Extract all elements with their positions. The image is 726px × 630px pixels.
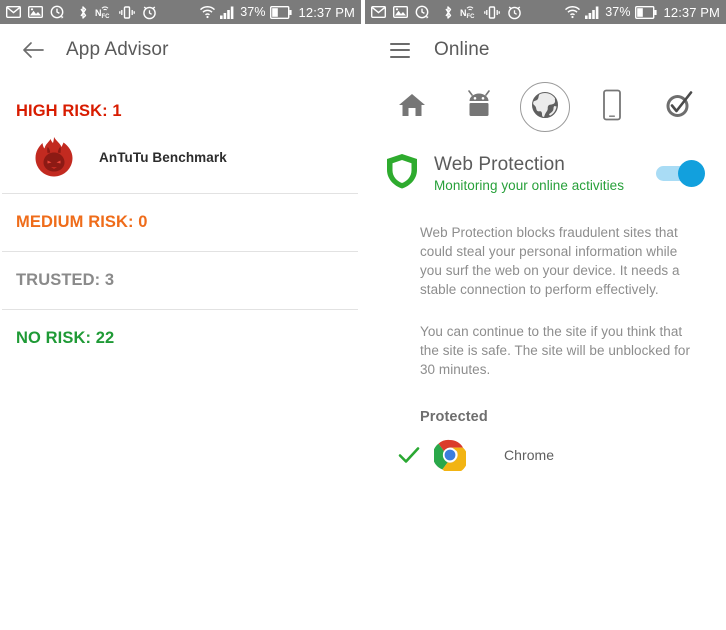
battery-icon	[269, 5, 292, 19]
wifi-icon	[199, 5, 216, 19]
tab-clean[interactable]	[645, 76, 712, 138]
battery-percent-label: 37%	[240, 5, 266, 19]
smartphone-icon	[601, 89, 623, 126]
list-item[interactable]: AnTuTu Benchmark	[0, 121, 361, 193]
feature-subtitle: Monitoring your online activities	[434, 177, 624, 193]
trusted-section[interactable]: TRUSTED: 3	[0, 252, 361, 309]
battery-percent-label: 37%	[605, 5, 631, 19]
no-risk-section[interactable]: NO RISK: 22	[0, 310, 361, 367]
status-bar-right: N FC 37% 12:37 PM	[365, 0, 726, 24]
high-risk-header: HIGH RISK: 1	[0, 102, 361, 121]
tab-online-selected-ring	[520, 82, 571, 132]
clock-label: 12:37 PM	[663, 4, 720, 20]
nfc-icon: N FC	[460, 5, 477, 20]
description-block: Web Protection blocks fraudulent sites t…	[365, 205, 726, 379]
bluetooth-icon	[78, 5, 88, 20]
alarm-icon	[507, 5, 522, 20]
status-bar-left-icons	[371, 5, 429, 19]
vibrate-icon	[484, 5, 500, 20]
clock-label: 12:37 PM	[298, 4, 355, 20]
email-icon	[6, 6, 21, 18]
app-name-label: AnTuTu Benchmark	[99, 149, 227, 165]
globe-icon	[530, 90, 560, 125]
description-paragraph-2: You can continue to the site if you thin…	[420, 323, 691, 377]
online-appbar: Online	[365, 24, 726, 76]
bluetooth-icon	[443, 5, 453, 20]
protected-heading: Protected	[420, 409, 488, 426]
signal-icon	[220, 6, 236, 19]
wifi-icon	[564, 5, 581, 19]
app-advisor-appbar: App Advisor	[0, 24, 361, 76]
home-icon	[397, 91, 427, 124]
web-protection-text: Web Protection Monitoring your online ac…	[434, 154, 641, 193]
signal-icon	[585, 6, 601, 19]
tab-online[interactable]	[512, 76, 579, 138]
app-advisor-screen: N FC 37% 12:37 PM App Advisor HIGH RISK:…	[0, 0, 361, 630]
status-bar-right-icons: 37% 12:37 PM	[564, 5, 722, 20]
email-icon	[371, 6, 386, 18]
trusted-label: TRUSTED: 3	[16, 271, 115, 289]
page-title: Online	[434, 39, 490, 60]
alarm-icon	[142, 5, 157, 20]
chrome-icon	[432, 439, 468, 474]
tab-bar	[365, 76, 726, 138]
hamburger-menu-icon[interactable]	[390, 42, 410, 58]
high-risk-label: HIGH RISK: 1	[16, 102, 122, 120]
tab-home[interactable]	[379, 76, 446, 138]
photo-icon	[28, 6, 43, 18]
green-check-icon	[398, 446, 422, 464]
no-risk-label: NO RISK: 22	[16, 329, 115, 347]
page-title: App Advisor	[66, 39, 169, 60]
battery-icon	[634, 5, 657, 19]
description-paragraph-1: Web Protection blocks fraudulent sites t…	[420, 225, 680, 298]
web-protection-row[interactable]: Web Protection Monitoring your online ac…	[365, 138, 726, 205]
browser-name-label: Chrome	[504, 447, 555, 464]
clock-arrow-icon	[50, 5, 64, 19]
shield-icon	[385, 152, 419, 195]
clock-arrow-icon	[415, 5, 429, 19]
check-circle-icon	[663, 89, 695, 126]
online-protection-screen: N FC 37% 12:37 PM Online Web Protection …	[365, 0, 726, 630]
nfc-icon: N FC	[95, 5, 112, 20]
svg-text:FC: FC	[467, 14, 476, 20]
dual-screenshot-container: N FC 37% 12:37 PM App Advisor HIGH RISK:…	[0, 0, 726, 630]
medium-risk-label: MEDIUM RISK: 0	[16, 213, 148, 231]
svg-text:FC: FC	[102, 14, 111, 20]
vibrate-icon	[119, 5, 135, 20]
photo-icon	[393, 6, 408, 18]
high-risk-section[interactable]: HIGH RISK: 1 AnTuTu Benchmark	[0, 76, 361, 193]
medium-risk-section[interactable]: MEDIUM RISK: 0	[0, 194, 361, 251]
android-robot-icon	[466, 89, 492, 125]
list-item[interactable]: Chrome	[365, 425, 726, 474]
antutu-icon	[33, 136, 75, 178]
status-bar-left-icons	[6, 5, 64, 19]
tab-device[interactable]	[579, 76, 646, 138]
status-bar-right-icons: 37% 12:37 PM	[199, 5, 357, 20]
web-protection-toggle[interactable]	[656, 160, 705, 187]
status-bar-left: N FC 37% 12:37 PM	[0, 0, 361, 24]
tab-apps[interactable]	[446, 76, 513, 138]
toggle-knob	[678, 160, 705, 187]
back-arrow-icon[interactable]	[22, 39, 44, 61]
status-bar-connectivity-icons: N FC	[443, 5, 522, 20]
status-bar-connectivity-icons: N FC	[78, 5, 157, 20]
feature-title: Web Protection	[434, 154, 565, 176]
